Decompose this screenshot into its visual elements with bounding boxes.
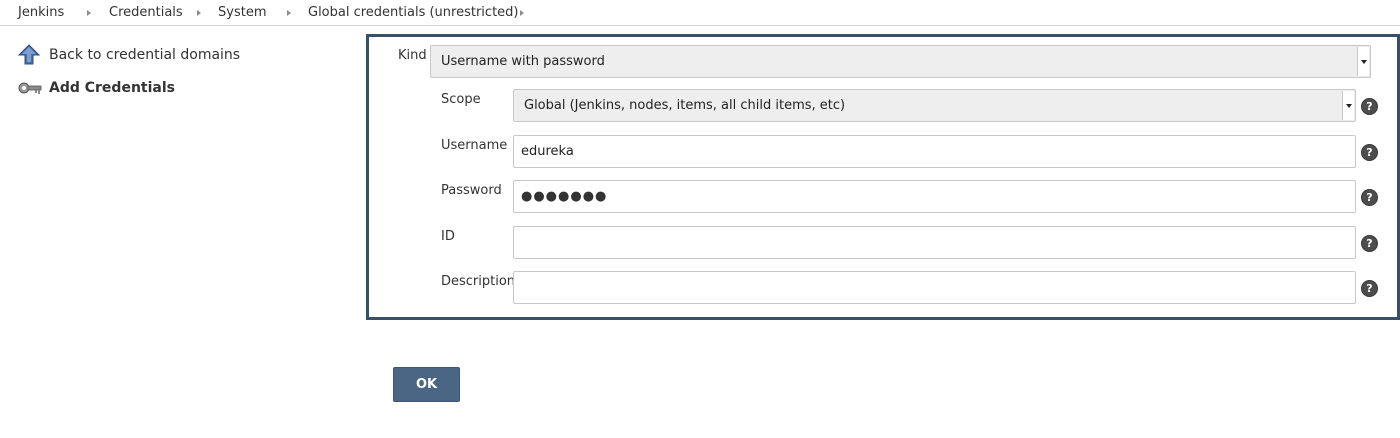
breadcrumb-arrow-icon[interactable] [287,10,291,16]
scope-select-value: Global (Jenkins, nodes, items, all child… [524,98,846,113]
breadcrumb-system[interactable]: System [218,5,266,20]
breadcrumb-arrow-icon[interactable] [520,10,524,16]
ok-button[interactable]: OK [393,367,460,402]
up-arrow-icon [17,44,42,66]
kind-select[interactable]: Username with password [430,45,1371,78]
back-to-credential-domains-link[interactable]: Back to credential domains [17,43,241,67]
description-label: Description [441,274,516,289]
kind-select-value: Username with password [441,54,605,69]
username-input[interactable]: edureka [513,135,1356,168]
kind-label: Kind [398,48,427,63]
id-help-icon[interactable]: ? [1361,235,1378,252]
chevron-down-icon[interactable] [1342,91,1354,120]
username-label: Username [441,138,508,153]
password-help-icon[interactable]: ? [1361,189,1378,206]
credentials-form: Kind Username with password Scope Global… [366,34,1400,320]
breadcrumb-global-credentials[interactable]: Global credentials (unrestricted) [308,5,519,20]
password-input[interactable]: ●●●●●●● [513,180,1356,213]
key-icon [18,77,42,99]
scope-help-icon[interactable]: ? [1361,98,1378,115]
id-label: ID [441,229,455,244]
breadcrumb: Jenkins Credentials System Global creden… [0,0,1400,26]
add-credentials-link[interactable]: Add Credentials [18,76,175,100]
scope-label: Scope [441,92,481,107]
username-help-icon[interactable]: ? [1361,144,1378,161]
description-help-icon[interactable]: ? [1361,280,1378,297]
breadcrumb-arrow-icon[interactable] [197,10,201,16]
scope-select[interactable]: Global (Jenkins, nodes, items, all child… [513,89,1356,122]
id-input[interactable] [513,226,1356,259]
breadcrumb-credentials[interactable]: Credentials [109,5,183,20]
chevron-down-icon[interactable] [1357,47,1369,76]
back-to-credential-domains-label: Back to credential domains [49,47,241,63]
password-label: Password [441,183,502,198]
description-input[interactable] [513,271,1356,304]
add-credentials-label: Add Credentials [49,80,175,96]
breadcrumb-arrow-icon[interactable] [87,10,91,16]
breadcrumb-jenkins[interactable]: Jenkins [18,5,64,20]
